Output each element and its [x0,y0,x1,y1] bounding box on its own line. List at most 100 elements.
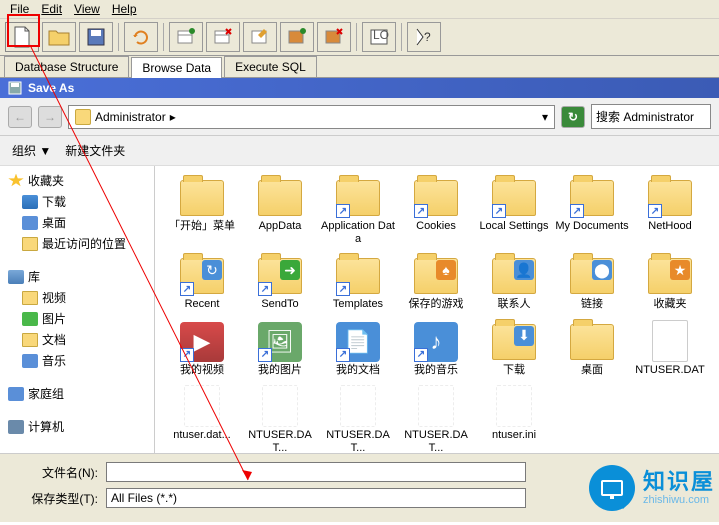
menu-help[interactable]: Help [106,2,143,16]
file-item[interactable]: 👤联系人 [475,252,553,313]
sidebar-desktop[interactable]: 桌面 [2,212,152,233]
file-item[interactable]: ↗NetHood [631,174,709,248]
file-label: 我的文档 [336,364,380,377]
sidebar-downloads[interactable]: 下载 [2,191,152,212]
file-item[interactable]: ↗My Documents [553,174,631,248]
file-item[interactable]: ⬤链接 [553,252,631,313]
tab-browse-data[interactable]: Browse Data [131,57,222,78]
toolbar-separator [401,23,402,51]
file-item[interactable]: ntuser.dat... [163,383,241,453]
file-label: Application Data [321,220,395,246]
file-item[interactable]: 🖼↗我的图片 [241,318,319,379]
sidebar-favorites[interactable]: 收藏夹 [2,170,152,191]
create-index-button[interactable] [280,22,314,52]
file-item[interactable]: NTUSER.DAT... [319,383,397,453]
file-icon: ♪↗ [412,320,460,362]
tab-database-structure[interactable]: Database Structure [4,56,129,77]
folder-icon: ↗ [646,176,694,218]
file-item[interactable]: ⬇下载 [475,318,553,379]
file-item[interactable]: NTUSER.DAT... [397,383,475,453]
log-button[interactable]: LOG [362,22,396,52]
dropdown-arrow-icon[interactable]: ▾ [542,110,548,124]
file-item[interactable]: 桌面 [553,318,631,379]
file-label: ntuser.dat... [173,429,230,442]
back-button[interactable]: ← [8,106,32,128]
revert-button[interactable] [124,22,158,52]
file-item[interactable]: ▶↗我的视频 [163,318,241,379]
modify-table-button[interactable] [243,22,277,52]
save-button[interactable] [79,22,113,52]
folder-icon: ↻↗ [178,254,226,296]
file-label: SendTo [261,298,298,311]
menu-edit[interactable]: Edit [35,2,68,16]
file-item[interactable]: 📄↗我的文档 [319,318,397,379]
file-item[interactable]: ↗Application Data [319,174,397,248]
folder-icon: 👤 [490,254,538,296]
shortcut-arrow-icon: ↗ [180,282,194,296]
file-item[interactable]: NTUSER.DAT... [241,383,319,453]
create-table-button[interactable] [169,22,203,52]
file-list[interactable]: 「开始」菜单AppData↗Application Data↗Cookies↗L… [155,166,719,453]
sidebar-computer[interactable]: 计算机 [2,416,152,437]
search-label: 搜索 [596,110,620,124]
file-item[interactable]: AppData [241,174,319,248]
organize-button[interactable]: 组织 ▼ [12,142,51,159]
file-icon [334,385,382,427]
sidebar-network[interactable]: 网络 [2,449,152,453]
file-item[interactable]: ★ 收藏夹 [631,252,709,313]
toolbar-separator [118,23,119,51]
folder-icon: ⬤ [568,254,616,296]
folder-icon: ↗ [490,176,538,218]
file-item[interactable]: ↗Cookies [397,174,475,248]
file-label: 收藏夹 [654,298,687,311]
file-item[interactable]: ↗Local Settings [475,174,553,248]
refresh-button[interactable]: ↻ [561,106,585,128]
watermark-title: 知识屋 [643,470,715,494]
folder-icon [256,176,304,218]
tab-execute-sql[interactable]: Execute SQL [224,56,317,77]
help-button[interactable]: ? [407,22,441,52]
forward-button[interactable]: → [38,106,62,128]
file-item[interactable]: ↗ Templates [319,252,397,313]
sidebar-documents[interactable]: 文档 [2,329,152,350]
file-item[interactable]: ➜↗ SendTo [241,252,319,313]
filetype-select[interactable] [106,488,526,508]
folder-icon: ★ [646,254,694,296]
file-label: 「开始」菜单 [169,220,235,233]
chevron-right-icon: ▸ [170,110,176,124]
sidebar-recent[interactable]: 最近访问的位置 [2,233,152,254]
shortcut-arrow-icon: ↗ [336,282,350,296]
file-label: NTUSER.DAT... [321,429,395,453]
sidebar-libraries[interactable]: 库 [2,266,152,287]
folder-icon: ➜↗ [256,254,304,296]
sidebar-videos[interactable]: 视频 [2,287,152,308]
main-toolbar: LOG ? [0,19,719,56]
search-input[interactable]: 搜索 Administrator [591,104,711,129]
file-label: ntuser.ini [492,429,536,442]
file-item[interactable]: ntuser.ini [475,383,553,453]
sidebar-homegroup[interactable]: 家庭组 [2,383,152,404]
file-label: 保存的游戏 [409,298,464,311]
file-icon: ▶↗ [178,320,226,362]
file-item[interactable]: ♪↗我的音乐 [397,318,475,379]
file-item[interactable]: NTUSER.DAT [631,318,709,379]
library-icon [8,270,24,284]
file-item[interactable]: ♠保存的游戏 [397,252,475,313]
menu-file[interactable]: File [4,2,35,16]
shortcut-arrow-icon: ↗ [336,348,350,362]
delete-table-button[interactable] [206,22,240,52]
sidebar-pictures[interactable]: 图片 [2,308,152,329]
filename-input[interactable] [106,462,526,482]
open-button[interactable] [42,22,76,52]
breadcrumb[interactable]: Administrator ▸ ▾ [68,105,555,129]
file-label: Templates [333,298,383,311]
new-folder-button[interactable]: 新建文件夹 [65,142,125,159]
delete-index-button[interactable] [317,22,351,52]
search-value: Administrator [623,110,694,124]
sidebar-music[interactable]: 音乐 [2,350,152,371]
file-item[interactable]: ↻↗Recent [163,252,241,313]
chevron-down-icon: ▼ [39,144,51,158]
menu-view[interactable]: View [68,2,106,16]
file-item[interactable]: 「开始」菜单 [163,174,241,248]
new-file-button[interactable] [5,22,39,52]
